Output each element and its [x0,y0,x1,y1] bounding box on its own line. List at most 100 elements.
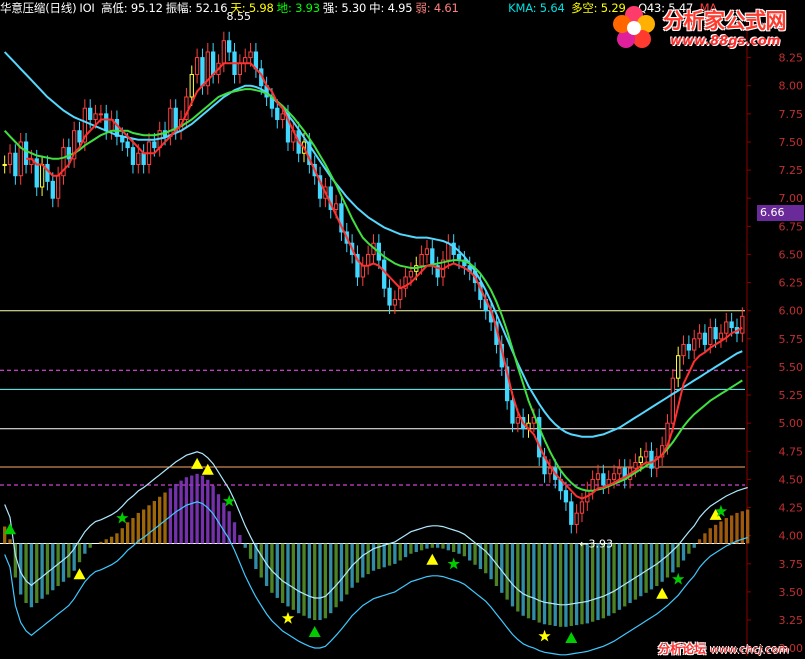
oscillator-bar [425,543,429,549]
y-tick-label: 6.50 [779,248,804,261]
oscillator-bar [580,543,584,625]
oscillator-bar [248,543,253,559]
candle-body [227,40,232,53]
oscillator-bar [243,543,247,548]
oscillator-bar [174,484,178,544]
oscillator-bar [125,522,130,544]
candle-body [210,51,216,75]
candle-body [200,57,205,87]
y-tick-label: 7.25 [779,164,804,177]
candle-body [611,473,617,480]
oscillator-bar [158,496,162,544]
logo-url: www.88gs.com [670,34,781,49]
candle-body [595,473,601,480]
oscillator-bar [564,543,568,627]
candle-body [697,332,702,340]
oscillator-bar [120,528,124,544]
oscillator-bar [457,543,461,554]
oscillator-bar [601,543,606,619]
candle-body [248,51,253,59]
header-values: 高低: 95.12 振幅: 52.16 天: 5.98 地: 3.93 强: 5.30 中… [101,1,462,15]
oscillator-bar [371,543,376,571]
y-tick-label: 3.75 [779,558,804,571]
candle-body [66,147,71,160]
candle-body [670,377,675,424]
oscillator-bar [61,543,66,582]
oscillator-bar [414,543,418,553]
candle-body [104,113,109,132]
candle-body [617,467,622,475]
oscillator-bar [163,492,167,544]
oscillator-bar [553,543,557,626]
logo-title: 分析家公式网 [663,9,787,33]
oscillator-bar [542,543,547,625]
oscillator-bar [24,543,28,604]
oscillator-bar [147,505,151,544]
price-annotation: ←3.93 [579,538,613,551]
oscillator-bar [259,543,263,578]
candle-body [392,298,398,306]
oscillator-bar [435,543,440,548]
oscillator-bar [729,515,734,544]
y-tick-label: 5.00 [779,417,804,430]
candle-body [579,501,585,514]
oscillator-bar [548,543,552,626]
oscillator-bar [724,518,728,544]
header-item: 中: 4.95 [369,1,413,15]
oscillator-bar [35,543,39,604]
oscillator-bar [462,543,467,557]
candle-body [724,321,729,334]
candle-body [88,107,93,120]
oscillator-bar [639,543,643,597]
oscillator-bar [297,543,301,614]
oscillator-bar [190,475,194,544]
oscillator-bar [270,543,274,593]
candle-body [382,259,387,289]
oscillator-bar [238,535,242,544]
oscillator-bar [703,533,707,544]
candle-body [708,327,713,345]
forum-watermark: 分析论坛 www.chcj.com [658,638,805,658]
y-tick-label: 7.75 [779,108,804,121]
oscillator-bar [692,543,696,548]
oscillator-bar [473,543,477,565]
y-tick-label: 7.50 [779,136,804,149]
candle-body [713,327,718,340]
oscillator-bar [687,543,691,554]
oscillator-bar [361,543,365,578]
oscillator-bar [302,543,306,616]
y-tick-label: 6.00 [779,305,804,318]
oscillator-bar [468,543,472,561]
y-tick-label: 4.25 [779,502,804,515]
header-item: 强: 5.30 [322,1,367,15]
y-tick-label: 8.00 [779,80,804,93]
candle-body [424,248,430,255]
ma-mid-line [3,88,743,492]
oscillator-bar [403,543,408,558]
oscillator-bar [40,543,44,599]
header-item: 地: 3.93 [276,1,320,15]
flower-logo-icon [613,6,655,48]
candle-body [601,473,606,486]
oscillator-bar [382,543,386,568]
oscillator-bar [329,543,333,614]
candle-body [590,478,595,492]
oscillator-bar [574,543,579,626]
oscillator-bar [334,543,338,608]
oscillator-bar [489,543,493,580]
candle-body [189,73,194,98]
oscillator-bar [339,543,344,602]
candle-body [419,253,424,267]
oscillator-bar [697,539,702,544]
candlestick-chart: 8.258.007.757.507.257.006.756.506.256.00… [0,10,804,656]
candle-body [98,113,104,116]
oscillator-bar [537,543,541,623]
watermark-text: 分析论坛 [658,642,707,656]
candle-body [360,265,365,278]
site-logo: 分析家公式网 www.88gs.com [608,2,804,54]
candle-body [50,180,55,199]
candle-body [638,456,643,464]
oscillator-bar [398,543,402,561]
oscillator-bar [446,543,450,551]
signal-triangle [656,587,669,599]
